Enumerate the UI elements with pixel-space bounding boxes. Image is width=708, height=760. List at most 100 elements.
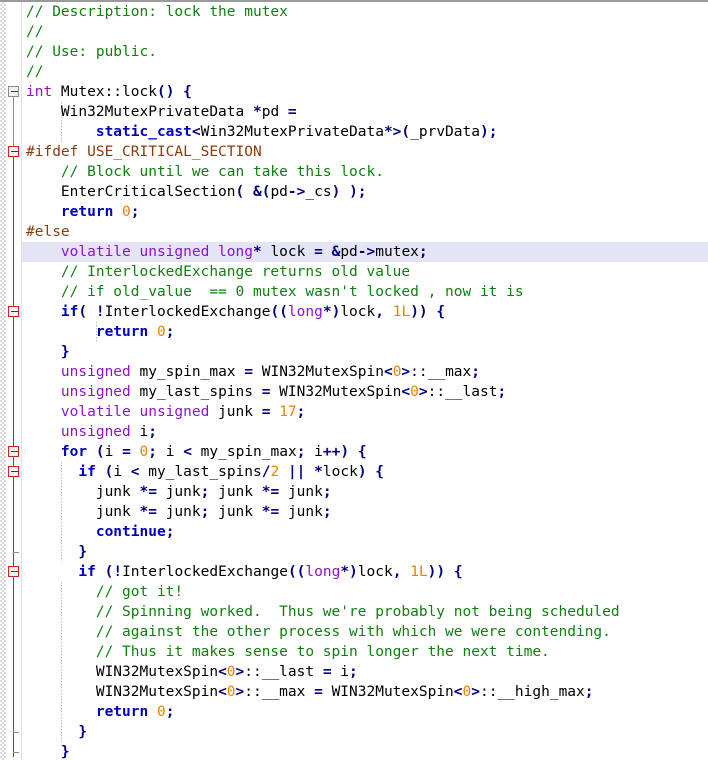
code-line[interactable]: unsigned i; xyxy=(22,422,708,442)
code-line[interactable]: static_cast<Win32MutexPrivateData*>(_prv… xyxy=(22,122,708,142)
token-pp: #ifdef USE_CRITICAL_SECTION xyxy=(26,144,262,160)
token-ty: unsigned xyxy=(60,424,131,440)
code-line-text: } xyxy=(22,342,70,362)
code-line[interactable]: WIN32MutexSpin<0>::__last = i; xyxy=(22,662,708,682)
code-line[interactable]: return 0; xyxy=(22,702,708,722)
code-line[interactable]: // Block until we can take this lock. xyxy=(22,162,708,182)
token-num: 0 xyxy=(156,704,166,720)
code-line[interactable]: if (i < my_last_spins/2 || *lock) { xyxy=(22,462,708,482)
token-op: ); xyxy=(479,124,498,140)
code-line[interactable]: if (!InterlockedExchange((long*)lock, 1L… xyxy=(22,562,708,582)
code-line-text: // if old_value == 0 mutex wasn't locked… xyxy=(22,282,524,302)
code-line[interactable]: } xyxy=(22,742,708,760)
token-op: } xyxy=(60,744,70,760)
code-line-text: // Thus it makes sense to spin longer th… xyxy=(22,642,550,662)
token-pl: Win32MutexPrivateData xyxy=(200,124,384,140)
code-line[interactable]: continue; xyxy=(22,522,708,542)
code-line[interactable]: #ifdef USE_CRITICAL_SECTION xyxy=(22,142,708,162)
code-line[interactable]: #else xyxy=(22,222,708,242)
code-line-text: unsigned my_last_spins = WIN32MutexSpin<… xyxy=(22,382,506,402)
fold-marker-ifdef[interactable] xyxy=(8,146,19,157)
token-op: ; xyxy=(165,704,175,720)
code-line[interactable]: if( !InterlockedExchange((long*)lock, 1L… xyxy=(22,302,708,322)
token-cm: // Use: public. xyxy=(26,44,157,60)
code-line-text: // xyxy=(22,62,43,82)
token-cm: // InterlockedExchange returns old value xyxy=(26,264,411,280)
token-pl: lock xyxy=(261,244,315,260)
code-line[interactable]: EnterCriticalSection( &(pd->_cs) ); xyxy=(22,182,708,202)
token-kw: if xyxy=(60,304,79,320)
code-line[interactable]: } xyxy=(22,342,708,362)
fold-end-tick-if-exchange[interactable] xyxy=(13,732,19,733)
code-line[interactable]: return 0; xyxy=(22,322,708,342)
token-cm: // if old_value == 0 mutex wasn't locked… xyxy=(26,284,524,300)
token-op: = xyxy=(244,364,253,380)
code-line-text: int Mutex::lock() { xyxy=(22,82,192,102)
code-line[interactable]: return 0; xyxy=(22,202,708,222)
code-line[interactable]: // if old_value == 0 mutex wasn't locked… xyxy=(22,282,708,302)
code-line[interactable]: // Use: public. xyxy=(22,42,708,62)
code-line[interactable]: volatile unsigned long* lock = &pd->mute… xyxy=(22,242,708,262)
fold-marker-if-spins[interactable] xyxy=(8,466,19,477)
token-pl: junk xyxy=(209,504,262,520)
code-line[interactable]: junk *= junk; junk *= junk; xyxy=(22,502,708,522)
fold-marker-for-loop[interactable] xyxy=(8,446,19,457)
fold-marker-function[interactable] xyxy=(8,86,19,97)
code-line[interactable]: // xyxy=(22,22,708,42)
token-pl: ::__last xyxy=(244,664,323,680)
code-line[interactable]: // InterlockedExchange returns old value xyxy=(22,262,708,282)
token-op: * xyxy=(252,244,262,260)
token-cm: // Thus it makes sense to spin longer th… xyxy=(26,644,550,660)
token-num: 17 xyxy=(279,404,297,420)
code-line[interactable]: // Description: lock the mutex xyxy=(22,2,708,22)
token-cm: // Spinning worked. Thus we're probably … xyxy=(26,604,620,620)
code-line[interactable]: // xyxy=(22,62,708,82)
token-pl: pd xyxy=(340,244,358,260)
code-line[interactable]: // got it! xyxy=(22,582,708,602)
fold-margin[interactable] xyxy=(6,2,21,760)
code-line[interactable]: WIN32MutexSpin<0>::__max = WIN32MutexSpi… xyxy=(22,682,708,702)
code-line[interactable]: Win32MutexPrivateData *pd = xyxy=(22,102,708,122)
code-line[interactable]: // Thus it makes sense to spin longer th… xyxy=(22,642,708,662)
token-pl: mutex xyxy=(375,244,419,260)
token-pl: i xyxy=(130,424,149,440)
code-line[interactable]: unsigned my_spin_max = WIN32MutexSpin<0>… xyxy=(22,362,708,382)
code-line[interactable]: junk *= junk; junk *= junk; xyxy=(22,482,708,502)
code-line[interactable]: } xyxy=(22,722,708,742)
code-line[interactable]: } xyxy=(22,542,708,562)
token-op: , xyxy=(375,304,384,320)
token-num: 1L xyxy=(410,564,428,580)
fold-end-tick-for-loop[interactable] xyxy=(13,752,19,753)
token-op: ; xyxy=(148,444,157,460)
token-op: ; xyxy=(165,524,175,540)
fold-marker-if-exchange2[interactable] xyxy=(8,566,19,577)
fold-end-tick-if-spins[interactable] xyxy=(13,552,19,553)
code-line[interactable]: unsigned my_last_spins = WIN32MutexSpin<… xyxy=(22,382,708,402)
code-line[interactable]: // against the other process with which … xyxy=(22,622,708,642)
code-line[interactable]: for (i = 0; i < my_spin_max; i++) { xyxy=(22,442,708,462)
token-op: )) xyxy=(410,304,428,320)
fold-marker-if-exchange[interactable] xyxy=(8,306,19,317)
code-editor[interactable]: // Description: lock the mutex // // Use: … xyxy=(0,0,708,760)
token-op: ; xyxy=(130,204,140,220)
token-pl: i xyxy=(331,664,350,680)
token-cm: // Block until we can take this lock. xyxy=(26,164,384,180)
code-line[interactable]: // Spinning worked. Thus we're probably … xyxy=(22,602,708,622)
fold-range-ifdef xyxy=(13,157,14,757)
token-kw: static_cast xyxy=(95,124,192,140)
code-surface[interactable]: // Description: lock the mutex // // Use: … xyxy=(22,2,708,760)
code-line-text: static_cast<Win32MutexPrivateData*>(_prv… xyxy=(22,122,498,142)
selection-margin[interactable] xyxy=(0,2,6,760)
code-line[interactable]: int Mutex::lock() { xyxy=(22,82,708,102)
code-line[interactable]: volatile unsigned junk = 17; xyxy=(22,402,708,422)
